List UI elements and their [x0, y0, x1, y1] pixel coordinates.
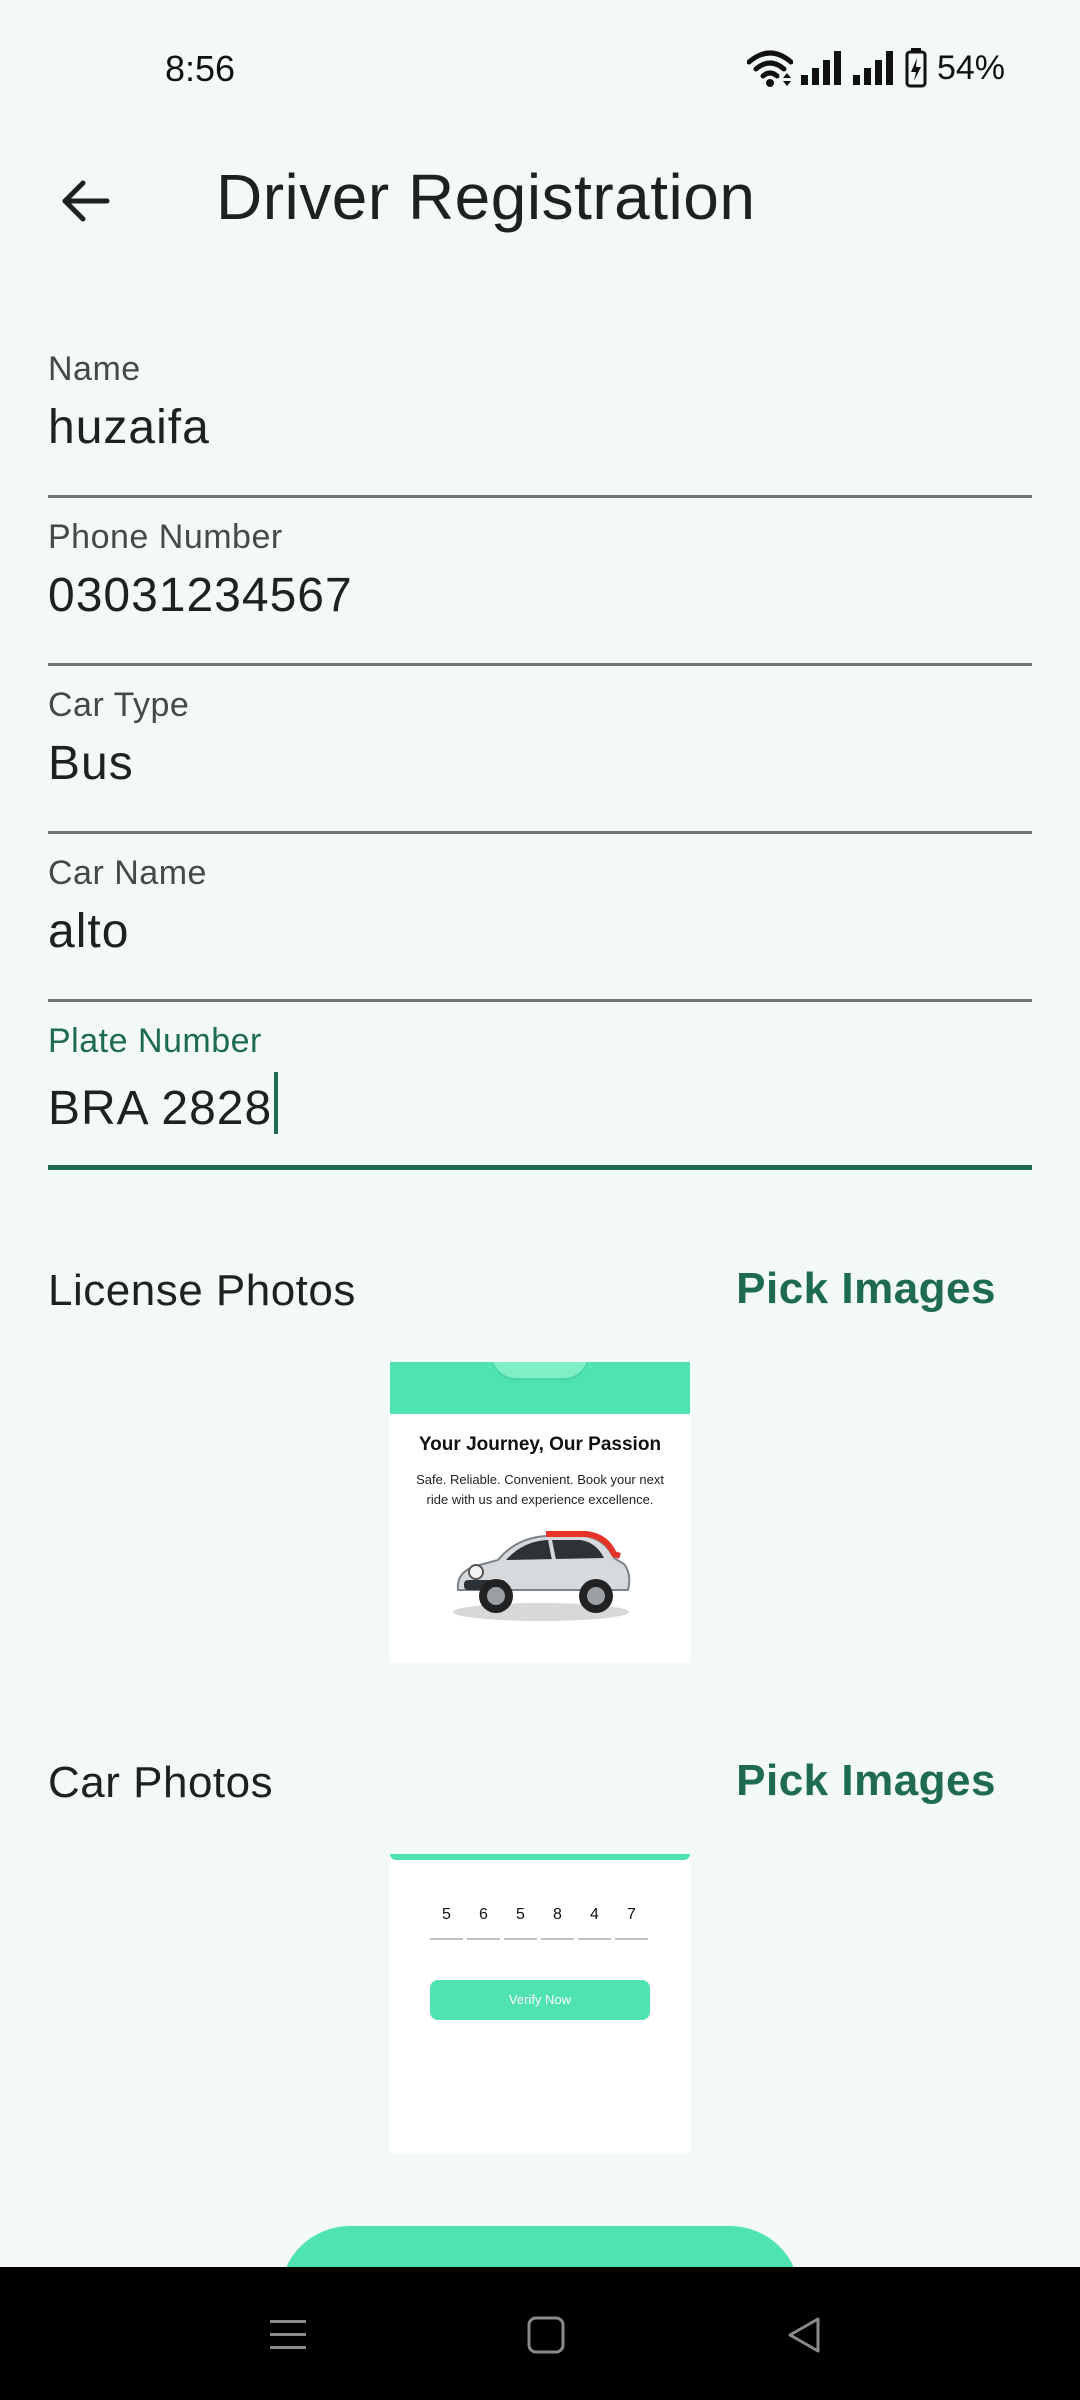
otp-digit: 7 [615, 1902, 648, 1940]
otp-digit: 5 [430, 1902, 463, 1940]
thumbnail-header-band [390, 1362, 690, 1414]
signal-icon-2 [852, 51, 897, 85]
system-nav-bar [0, 2267, 1080, 2400]
home-square-icon [526, 2315, 566, 2360]
car-photos-title: Car Photos [48, 1758, 274, 1807]
back-button[interactable] [40, 158, 130, 248]
license-photo-thumbnail[interactable]: Your Journey, Our Passion Safe. Reliable… [390, 1362, 690, 1662]
otp-digit: 5 [504, 1902, 537, 1940]
signal-icon-1 [800, 51, 845, 85]
car-type-value[interactable]: Bus [48, 736, 134, 791]
otp-digit: 8 [541, 1902, 574, 1940]
otp-digit: 6 [467, 1902, 500, 1940]
license-pick-images-button[interactable]: Pick Images [736, 1264, 996, 1314]
phone-number-label: Phone Number [48, 518, 283, 556]
car-pick-images-button[interactable]: Pick Images [736, 1756, 996, 1806]
back-triangle-icon [784, 2315, 824, 2360]
text-caret [274, 1072, 279, 1134]
recent-apps-button[interactable] [248, 2297, 328, 2377]
car-type-field[interactable]: Car Type Bus [48, 666, 1032, 834]
thumbnail-pill [492, 1362, 588, 1378]
plate-number-input[interactable]: BRA 2828 [48, 1072, 279, 1136]
name-field[interactable]: Name huzaifa [48, 330, 1032, 498]
otp-digits: 5 6 5 8 4 7 [430, 1902, 648, 1940]
arrow-left-icon [59, 175, 111, 232]
plate-number-value: BRA 2828 [48, 1082, 273, 1135]
car-image-icon [446, 1524, 636, 1629]
name-value[interactable]: huzaifa [48, 400, 210, 455]
car-name-field[interactable]: Car Name alto [48, 834, 1032, 1002]
app-bar: Driver Registration [0, 140, 1080, 260]
thumbnail-top-band [390, 1854, 690, 1860]
name-label: Name [48, 350, 141, 388]
plate-number-label: Plate Number [48, 1022, 262, 1060]
car-type-label: Car Type [48, 686, 190, 724]
plate-number-field[interactable]: Plate Number BRA 2828 [48, 1002, 1032, 1170]
phone-number-field[interactable]: Phone Number 03031234567 [48, 498, 1032, 666]
wifi-icon [746, 48, 793, 88]
car-photos-header: Car Photos Pick Images [48, 1742, 1032, 1822]
plate-number-underline [48, 1165, 1032, 1170]
battery-percent: 54% [936, 48, 1005, 87]
battery-icon [905, 48, 927, 88]
thumbnail-verify-button: Verify Now [430, 1980, 650, 2020]
car-photo-thumbnail[interactable]: 5 6 5 8 4 7 Verify Now [390, 1854, 690, 2154]
otp-digit: 4 [578, 1902, 611, 1940]
license-photos-header: License Photos Pick Images [48, 1250, 1032, 1330]
thumbnail-subtext: Safe. Reliable. Convenient. Book your ne… [416, 1472, 664, 1507]
menu-icon [268, 2317, 308, 2358]
thumbnail-heading: Your Journey, Our Passion [418, 1434, 662, 1455]
license-photos-title: License Photos [48, 1266, 356, 1315]
page-title: Driver Registration [216, 161, 756, 233]
status-time: 8:56 [165, 48, 236, 89]
status-bar: 8:56 54% [0, 0, 1080, 140]
home-button[interactable] [506, 2297, 586, 2377]
back-nav-button[interactable] [764, 2297, 844, 2377]
phone-number-value[interactable]: 03031234567 [48, 568, 353, 623]
status-icons: 54% [746, 46, 1005, 90]
car-name-label: Car Name [48, 854, 207, 892]
car-name-value[interactable]: alto [48, 904, 129, 959]
